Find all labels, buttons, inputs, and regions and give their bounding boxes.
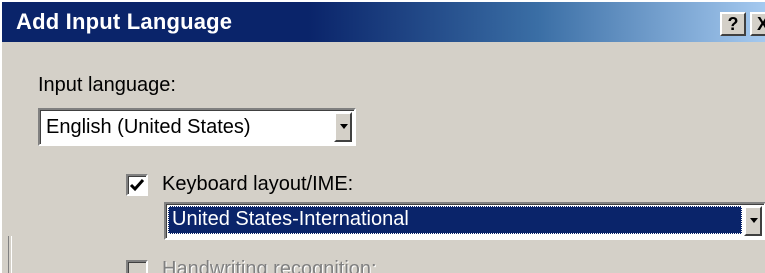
window-title: Add Input Language xyxy=(16,9,233,34)
chevron-down-icon xyxy=(340,124,348,129)
help-button[interactable]: ? xyxy=(720,12,746,36)
handwriting-checkbox[interactable] xyxy=(126,260,148,273)
chevron-down-icon xyxy=(750,218,758,223)
keyboard-layout-checkbox[interactable] xyxy=(126,174,148,196)
input-language-dropdown-button[interactable] xyxy=(334,112,352,142)
input-language-select[interactable]: English (United States) xyxy=(38,108,356,146)
add-input-language-dialog: Add Input Language ? X Input language: E… xyxy=(0,0,765,273)
keyboard-layout-label: Keyboard layout/IME: xyxy=(162,173,354,195)
input-language-label: Input language: xyxy=(38,74,176,96)
keyboard-layout-dropdown-button[interactable] xyxy=(744,206,762,236)
input-language-value: English (United States) xyxy=(46,116,251,138)
close-button[interactable]: X xyxy=(750,12,765,36)
keyboard-layout-select[interactable]: United States-International xyxy=(164,202,765,240)
handwriting-label: Handwriting recognition: xyxy=(162,258,377,273)
check-icon xyxy=(129,179,145,192)
keyboard-layout-value: United States-International xyxy=(172,208,409,230)
group-divider xyxy=(8,236,12,273)
title-bar[interactable]: Add Input Language ? X xyxy=(2,2,765,42)
